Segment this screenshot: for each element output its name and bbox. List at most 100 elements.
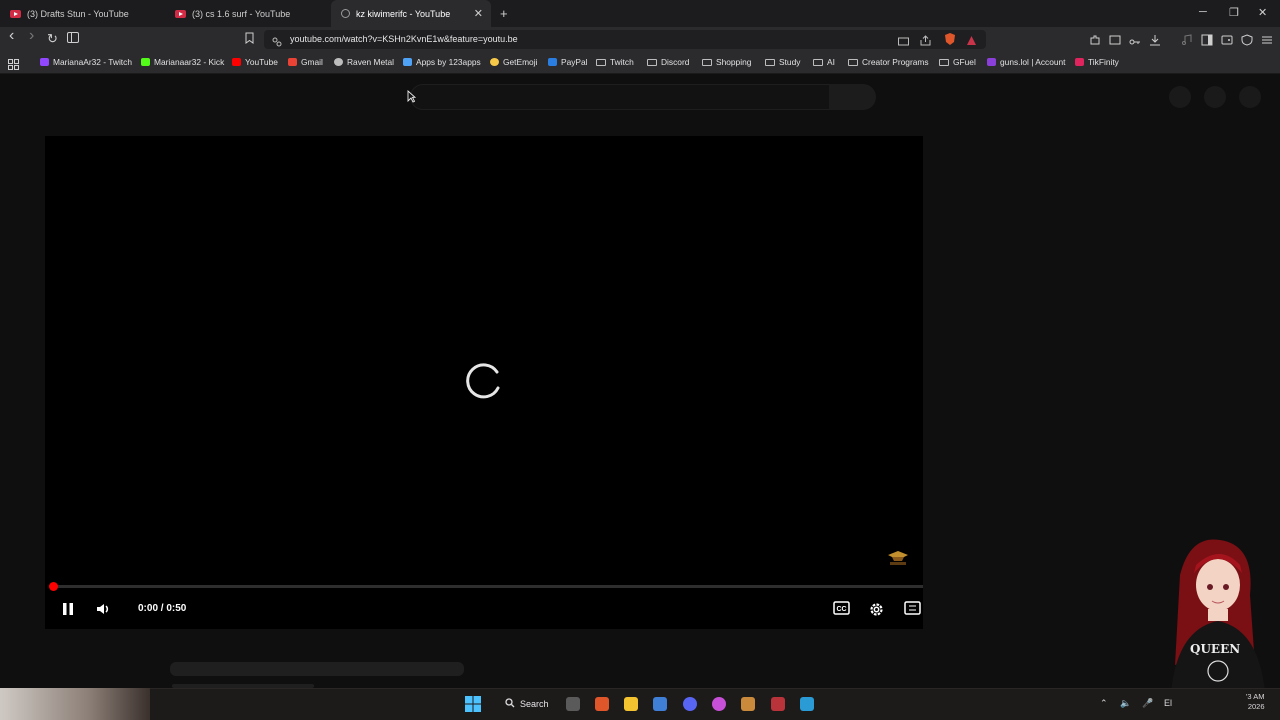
bookmark-123apps[interactable]: Apps by 123apps (403, 57, 481, 67)
scrubber-handle[interactable] (49, 582, 58, 591)
tab-drafts-stun[interactable]: (3) Drafts Stun - YouTube (0, 0, 165, 27)
bookmark-folder-twitch[interactable]: Twitch (596, 57, 634, 67)
new-tab-button[interactable]: + (496, 0, 516, 27)
avatar[interactable] (1239, 86, 1261, 108)
bookmark-raven-metal[interactable]: Raven Metal (334, 57, 394, 67)
bookmark-folder-study[interactable]: Study (765, 57, 800, 67)
app-icon[interactable] (741, 697, 755, 711)
app-window-icon[interactable] (800, 697, 814, 711)
folder-icon (647, 58, 657, 66)
twitch-icon (40, 58, 49, 66)
search-input[interactable] (410, 84, 830, 110)
emoji-icon (490, 58, 499, 66)
reload-button[interactable]: ↻ (47, 32, 58, 46)
menu-icon[interactable] (1261, 33, 1273, 51)
bookmark-folder-ai[interactable]: AI (813, 57, 835, 67)
bookmark-folder-creator-programs[interactable]: Creator Programs (848, 57, 929, 67)
folder-icon (939, 58, 949, 66)
language-indicator[interactable]: El (1164, 698, 1172, 708)
youtube-icon (175, 9, 186, 18)
sidebar-toggle-icon[interactable] (67, 32, 79, 46)
cast-icon[interactable] (898, 34, 909, 52)
tab-title: (3) Drafts Stun - YouTube (27, 8, 129, 19)
globe-icon (334, 58, 343, 66)
taskbar (0, 688, 1280, 720)
bookmark-gmail[interactable]: Gmail (288, 57, 323, 67)
minimize-button[interactable]: ─ (1199, 6, 1207, 18)
search-icon (505, 698, 515, 710)
restore-button[interactable]: ❐ (1229, 6, 1239, 19)
brave-shield-icon[interactable] (944, 32, 956, 51)
apps-grid-icon[interactable] (8, 57, 19, 75)
volume-button[interactable] (96, 601, 112, 620)
url-text[interactable]: youtube.com/watch?v=KSHn2KvnE1w&feature=… (290, 34, 518, 44)
sidebar-panel-icon[interactable] (1201, 33, 1213, 51)
close-tab-icon[interactable]: ✕ (474, 7, 483, 20)
vpn-shield-icon[interactable] (1241, 33, 1253, 51)
tab-kz-kiwimerifc[interactable]: kz kiwimerifc - YouTube ✕ (331, 0, 491, 27)
gmail-icon (288, 58, 297, 66)
address-bar[interactable]: youtube.com/watch?v=KSHn2KvnE1w&feature=… (264, 30, 986, 49)
microsoft-store-icon[interactable] (653, 697, 667, 711)
kick-icon (141, 58, 150, 66)
taskbar-search[interactable]: Search (500, 694, 549, 714)
bookmarks-bar: MarianaAr32 - Twitch Marianaar32 - Kick … (0, 52, 1280, 74)
svg-text:CC: CC (837, 606, 847, 613)
brave-browser-icon[interactable] (595, 697, 609, 711)
site-settings-icon[interactable] (272, 34, 282, 52)
search-button[interactable] (829, 84, 876, 110)
folder-icon (702, 58, 712, 66)
share-icon[interactable] (920, 33, 931, 51)
desktop-peek-thumbnail (0, 688, 150, 720)
bookmark-icon[interactable] (245, 32, 254, 47)
bookmark-youtube[interactable]: YouTube (232, 57, 278, 67)
notifications-button[interactable] (1204, 86, 1226, 108)
tab-title: (3) cs 1.6 surf - YouTube (192, 8, 291, 19)
password-key-icon[interactable] (1129, 34, 1141, 52)
brave-rewards-icon[interactable] (966, 33, 977, 51)
tab-cs-surf[interactable]: (3) cs 1.6 surf - YouTube (165, 0, 331, 27)
wallet-icon[interactable] (1221, 33, 1233, 51)
theater-mode-button[interactable] (904, 601, 921, 618)
bookmark-marianaar32-twitch[interactable]: MarianaAr32 - Twitch (40, 57, 132, 67)
back-button[interactable]: ‹ (9, 28, 14, 44)
folder-icon (596, 58, 606, 66)
channel-watermark[interactable] (886, 549, 910, 567)
time-display: 0:00 / 0:50 (138, 603, 187, 614)
extensions-icon[interactable] (1089, 33, 1101, 51)
tab-title: kz kiwimerifc - YouTube (356, 8, 451, 19)
windows-start-icon[interactable] (465, 696, 481, 717)
bookmark-getemoji[interactable]: GetEmoji (490, 57, 537, 67)
progress-bar[interactable] (52, 585, 923, 588)
bookmark-folder-discord[interactable]: Discord (647, 57, 689, 67)
tikfinity-icon (1075, 58, 1084, 66)
bookmark-paypal[interactable]: PayPal (548, 57, 588, 67)
bookmark-marianaar32-kick[interactable]: Marianaar32 - Kick (141, 57, 224, 67)
microphone-icon[interactable]: 🎤 (1142, 698, 1153, 709)
taskbar-clock[interactable]: '3 AM 2026 (1246, 692, 1265, 712)
tray-chevron-icon[interactable]: ⌃ (1100, 698, 1108, 709)
settings-gear-icon[interactable] (868, 601, 885, 621)
bookmark-folder-shopping[interactable]: Shopping (702, 57, 751, 67)
discord-icon[interactable] (683, 697, 697, 711)
create-button[interactable] (1169, 86, 1191, 108)
task-view-icon[interactable] (566, 697, 580, 711)
close-window-button[interactable]: ✕ (1258, 6, 1267, 19)
file-explorer-icon[interactable] (624, 697, 638, 711)
bookmark-tikfinity[interactable]: TikFinity (1075, 57, 1119, 67)
bookmark-guns-lol[interactable]: guns.lol | Account (987, 57, 1066, 67)
wallet-card-icon[interactable] (1109, 33, 1121, 51)
media-icon[interactable] (1181, 33, 1193, 51)
loading-spinner-icon (459, 358, 507, 406)
app-shield-icon[interactable] (771, 697, 785, 711)
folder-icon (765, 58, 775, 66)
media-app-icon[interactable] (712, 697, 726, 711)
captions-button[interactable]: CC (833, 601, 850, 618)
download-icon[interactable] (1149, 33, 1161, 51)
speaker-icon[interactable]: 🔈 (1120, 698, 1131, 709)
forward-button[interactable]: › (29, 28, 34, 44)
bookmark-folder-gfuel[interactable]: GFuel (939, 57, 976, 67)
pause-button[interactable] (61, 601, 75, 620)
folder-icon (848, 58, 858, 66)
youtube-icon (232, 58, 241, 66)
